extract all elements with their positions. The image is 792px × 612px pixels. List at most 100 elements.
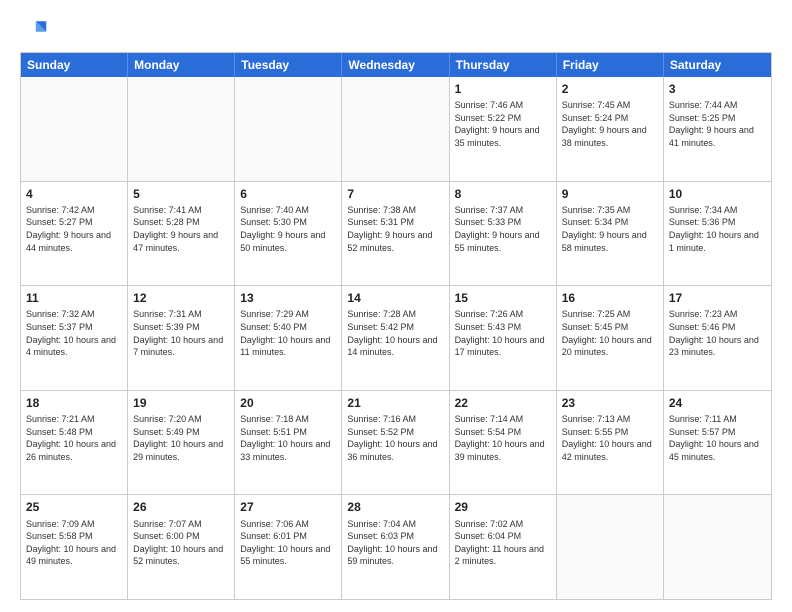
day-content: Sunrise: 7:20 AM Sunset: 5:49 PM Dayligh… [133, 413, 229, 463]
day-content: Sunrise: 7:04 AM Sunset: 6:03 PM Dayligh… [347, 518, 443, 568]
day-cell-21: 21 Sunrise: 7:16 AM Sunset: 5:52 PM Dayli… [342, 391, 449, 495]
day-cell-3: 3 Sunrise: 7:44 AM Sunset: 5:25 PM Daylig… [664, 77, 771, 181]
day-number: 25 [26, 499, 122, 515]
day-content: Sunrise: 7:26 AM Sunset: 5:43 PM Dayligh… [455, 308, 551, 358]
day-content: Sunrise: 7:35 AM Sunset: 5:34 PM Dayligh… [562, 204, 658, 254]
calendar-row-1: 4 Sunrise: 7:42 AM Sunset: 5:27 PM Daylig… [21, 181, 771, 286]
day-content: Sunrise: 7:25 AM Sunset: 5:45 PM Dayligh… [562, 308, 658, 358]
day-content: Sunrise: 7:28 AM Sunset: 5:42 PM Dayligh… [347, 308, 443, 358]
day-cell-18: 18 Sunrise: 7:21 AM Sunset: 5:48 PM Dayli… [21, 391, 128, 495]
day-cell-25: 25 Sunrise: 7:09 AM Sunset: 5:58 PM Dayli… [21, 495, 128, 599]
calendar: SundayMondayTuesdayWednesdayThursdayFrid… [20, 52, 772, 600]
day-content: Sunrise: 7:29 AM Sunset: 5:40 PM Dayligh… [240, 308, 336, 358]
calendar-row-2: 11Sunrise: 7:32 AM Sunset: 5:37 PM Dayli… [21, 285, 771, 390]
day-content: Sunrise: 7:37 AM Sunset: 5:33 PM Dayligh… [455, 204, 551, 254]
day-content: Sunrise: 7:21 AM Sunset: 5:48 PM Dayligh… [26, 413, 122, 463]
day-cell-8: 8 Sunrise: 7:37 AM Sunset: 5:33 PM Daylig… [450, 182, 557, 286]
day-number: 24 [669, 395, 766, 411]
day-number: 9 [562, 186, 658, 202]
day-content: Sunrise: 7:42 AM Sunset: 5:27 PM Dayligh… [26, 204, 122, 254]
day-number: 6 [240, 186, 336, 202]
day-cell-19: 19Sunrise: 7:20 AM Sunset: 5:49 PM Dayli… [128, 391, 235, 495]
empty-cell-0-3 [342, 77, 449, 181]
day-cell-2: 2Sunrise: 7:45 AM Sunset: 5:24 PM Daylig… [557, 77, 664, 181]
header-day-saturday: Saturday [664, 53, 771, 77]
day-number: 8 [455, 186, 551, 202]
logo [20, 16, 52, 44]
day-cell-20: 20Sunrise: 7:18 AM Sunset: 5:51 PM Dayli… [235, 391, 342, 495]
day-number: 7 [347, 186, 443, 202]
day-content: Sunrise: 7:41 AM Sunset: 5:28 PM Dayligh… [133, 204, 229, 254]
day-number: 28 [347, 499, 443, 515]
day-number: 1 [455, 81, 551, 97]
day-number: 11 [26, 290, 122, 306]
empty-cell-4-6 [664, 495, 771, 599]
day-content: Sunrise: 7:06 AM Sunset: 6:01 PM Dayligh… [240, 518, 336, 568]
day-content: Sunrise: 7:38 AM Sunset: 5:31 PM Dayligh… [347, 204, 443, 254]
empty-cell-0-2 [235, 77, 342, 181]
day-number: 12 [133, 290, 229, 306]
header-day-tuesday: Tuesday [235, 53, 342, 77]
day-number: 15 [455, 290, 551, 306]
day-cell-28: 28 Sunrise: 7:04 AM Sunset: 6:03 PM Dayli… [342, 495, 449, 599]
day-cell-27: 27 Sunrise: 7:06 AM Sunset: 6:01 PM Dayli… [235, 495, 342, 599]
day-cell-22: 22 Sunrise: 7:14 AM Sunset: 5:54 PM Dayli… [450, 391, 557, 495]
day-cell-13: 13Sunrise: 7:29 AM Sunset: 5:40 PM Dayli… [235, 286, 342, 390]
day-cell-24: 24 Sunrise: 7:11 AM Sunset: 5:57 PM Dayli… [664, 391, 771, 495]
day-cell-6: 6 Sunrise: 7:40 AM Sunset: 5:30 PM Daylig… [235, 182, 342, 286]
day-content: Sunrise: 7:34 AM Sunset: 5:36 PM Dayligh… [669, 204, 766, 254]
day-content: Sunrise: 7:11 AM Sunset: 5:57 PM Dayligh… [669, 413, 766, 463]
header-day-wednesday: Wednesday [342, 53, 449, 77]
day-content: Sunrise: 7:31 AM Sunset: 5:39 PM Dayligh… [133, 308, 229, 358]
day-number: 20 [240, 395, 336, 411]
day-content: Sunrise: 7:07 AM Sunset: 6:00 PM Dayligh… [133, 518, 229, 568]
day-number: 14 [347, 290, 443, 306]
header-day-friday: Friday [557, 53, 664, 77]
day-cell-14: 14 Sunrise: 7:28 AM Sunset: 5:42 PM Dayli… [342, 286, 449, 390]
day-content: Sunrise: 7:44 AM Sunset: 5:25 PM Dayligh… [669, 99, 766, 149]
calendar-row-3: 18 Sunrise: 7:21 AM Sunset: 5:48 PM Dayli… [21, 390, 771, 495]
calendar-body: 1 Sunrise: 7:46 AM Sunset: 5:22 PM Daylig… [21, 77, 771, 599]
day-cell-29: 29Sunrise: 7:02 AM Sunset: 6:04 PM Dayli… [450, 495, 557, 599]
day-cell-4: 4 Sunrise: 7:42 AM Sunset: 5:27 PM Daylig… [21, 182, 128, 286]
calendar-header: SundayMondayTuesdayWednesdayThursdayFrid… [21, 53, 771, 77]
day-cell-23: 23 Sunrise: 7:13 AM Sunset: 5:55 PM Dayli… [557, 391, 664, 495]
day-cell-1: 1 Sunrise: 7:46 AM Sunset: 5:22 PM Daylig… [450, 77, 557, 181]
day-content: Sunrise: 7:16 AM Sunset: 5:52 PM Dayligh… [347, 413, 443, 463]
day-cell-17: 17 Sunrise: 7:23 AM Sunset: 5:46 PM Dayli… [664, 286, 771, 390]
header-day-thursday: Thursday [450, 53, 557, 77]
day-content: Sunrise: 7:14 AM Sunset: 5:54 PM Dayligh… [455, 413, 551, 463]
header-day-sunday: Sunday [21, 53, 128, 77]
calendar-row-4: 25 Sunrise: 7:09 AM Sunset: 5:58 PM Dayli… [21, 494, 771, 599]
day-cell-12: 12 Sunrise: 7:31 AM Sunset: 5:39 PM Dayli… [128, 286, 235, 390]
day-number: 3 [669, 81, 766, 97]
day-number: 16 [562, 290, 658, 306]
day-number: 10 [669, 186, 766, 202]
day-content: Sunrise: 7:13 AM Sunset: 5:55 PM Dayligh… [562, 413, 658, 463]
day-cell-10: 10 Sunrise: 7:34 AM Sunset: 5:36 PM Dayli… [664, 182, 771, 286]
day-cell-7: 7 Sunrise: 7:38 AM Sunset: 5:31 PM Daylig… [342, 182, 449, 286]
day-content: Sunrise: 7:23 AM Sunset: 5:46 PM Dayligh… [669, 308, 766, 358]
day-content: Sunrise: 7:09 AM Sunset: 5:58 PM Dayligh… [26, 518, 122, 568]
empty-cell-4-5 [557, 495, 664, 599]
day-content: Sunrise: 7:02 AM Sunset: 6:04 PM Dayligh… [455, 518, 551, 568]
day-number: 22 [455, 395, 551, 411]
day-number: 5 [133, 186, 229, 202]
logo-icon [20, 16, 48, 44]
header-day-monday: Monday [128, 53, 235, 77]
day-content: Sunrise: 7:46 AM Sunset: 5:22 PM Dayligh… [455, 99, 551, 149]
day-cell-11: 11Sunrise: 7:32 AM Sunset: 5:37 PM Dayli… [21, 286, 128, 390]
day-number: 27 [240, 499, 336, 515]
day-content: Sunrise: 7:40 AM Sunset: 5:30 PM Dayligh… [240, 204, 336, 254]
day-number: 17 [669, 290, 766, 306]
day-content: Sunrise: 7:45 AM Sunset: 5:24 PM Dayligh… [562, 99, 658, 149]
empty-cell-0-0 [21, 77, 128, 181]
day-number: 26 [133, 499, 229, 515]
day-number: 21 [347, 395, 443, 411]
day-number: 18 [26, 395, 122, 411]
day-number: 23 [562, 395, 658, 411]
day-number: 4 [26, 186, 122, 202]
day-cell-26: 26 Sunrise: 7:07 AM Sunset: 6:00 PM Dayli… [128, 495, 235, 599]
calendar-row-0: 1 Sunrise: 7:46 AM Sunset: 5:22 PM Daylig… [21, 77, 771, 181]
day-cell-5: 5 Sunrise: 7:41 AM Sunset: 5:28 PM Daylig… [128, 182, 235, 286]
